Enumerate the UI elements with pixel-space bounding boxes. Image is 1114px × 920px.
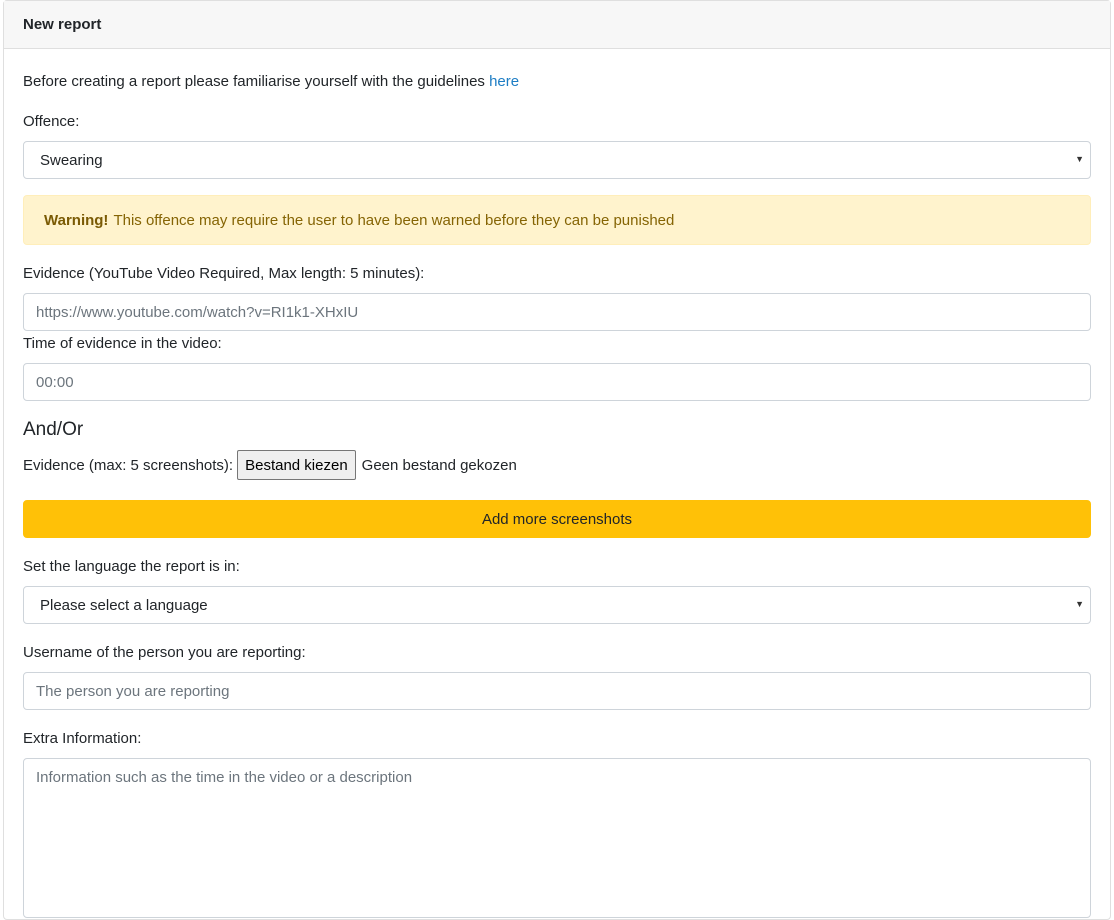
add-more-screenshots-button[interactable]: Add more screenshots [23, 500, 1091, 538]
language-selected-value: Please select a language [40, 596, 208, 614]
file-status: Geen bestand gekozen [361, 456, 517, 474]
card-title: New report [23, 16, 102, 33]
username-label: Username of the person you are reporting… [23, 644, 306, 661]
language-select[interactable]: Please select a language ▼ [23, 586, 1091, 624]
intro-text: Before creating a report please familiar… [23, 73, 519, 91]
evidence-time-input[interactable]: 00:00 [23, 363, 1091, 401]
extra-info-label: Extra Information: [23, 730, 142, 747]
intro-sentence: Before creating a report please familiar… [23, 73, 490, 90]
guidelines-link[interactable]: here [489, 73, 519, 90]
choose-file-button[interactable]: Bestand kiezen [237, 450, 356, 480]
extra-info-textarea[interactable]: Information such as the time in the vide… [23, 758, 1091, 918]
caret-down-icon: ▼ [1075, 154, 1084, 164]
caret-down-icon: ▼ [1075, 599, 1084, 609]
new-report-card: New report Before creating a report plea… [3, 0, 1111, 920]
card-header: New report [4, 1, 1110, 49]
offence-label: Offence: [23, 113, 80, 130]
evidence-video-input[interactable]: https://www.youtube.com/watch?v=RI1k1-XH… [23, 293, 1091, 331]
evidence-time-placeholder: 00:00 [36, 373, 74, 391]
language-label: Set the language the report is in: [23, 558, 240, 575]
evidence-video-label: Evidence (YouTube Video Required, Max le… [23, 265, 425, 282]
offence-selected-value: Swearing [40, 151, 103, 169]
screenshots-label: Evidence (max: 5 screenshots): [23, 456, 234, 474]
warning-text: This offence may require the user to hav… [113, 211, 675, 229]
warning-alert: Warning! This offence may require the us… [23, 195, 1091, 245]
and-or-heading: And/Or [23, 419, 84, 440]
username-input[interactable]: The person you are reporting [23, 672, 1091, 710]
username-placeholder: The person you are reporting [36, 682, 230, 700]
evidence-time-label: Time of evidence in the video: [23, 335, 222, 352]
extra-info-placeholder: Information such as the time in the vide… [36, 769, 413, 786]
evidence-video-placeholder: https://www.youtube.com/watch?v=RI1k1-XH… [36, 303, 359, 321]
screenshot-file-row: Evidence (max: 5 screenshots): Bestand k… [23, 450, 517, 480]
warning-strong: Warning! [44, 211, 109, 229]
offence-select[interactable]: Swearing ▼ [23, 141, 1091, 179]
